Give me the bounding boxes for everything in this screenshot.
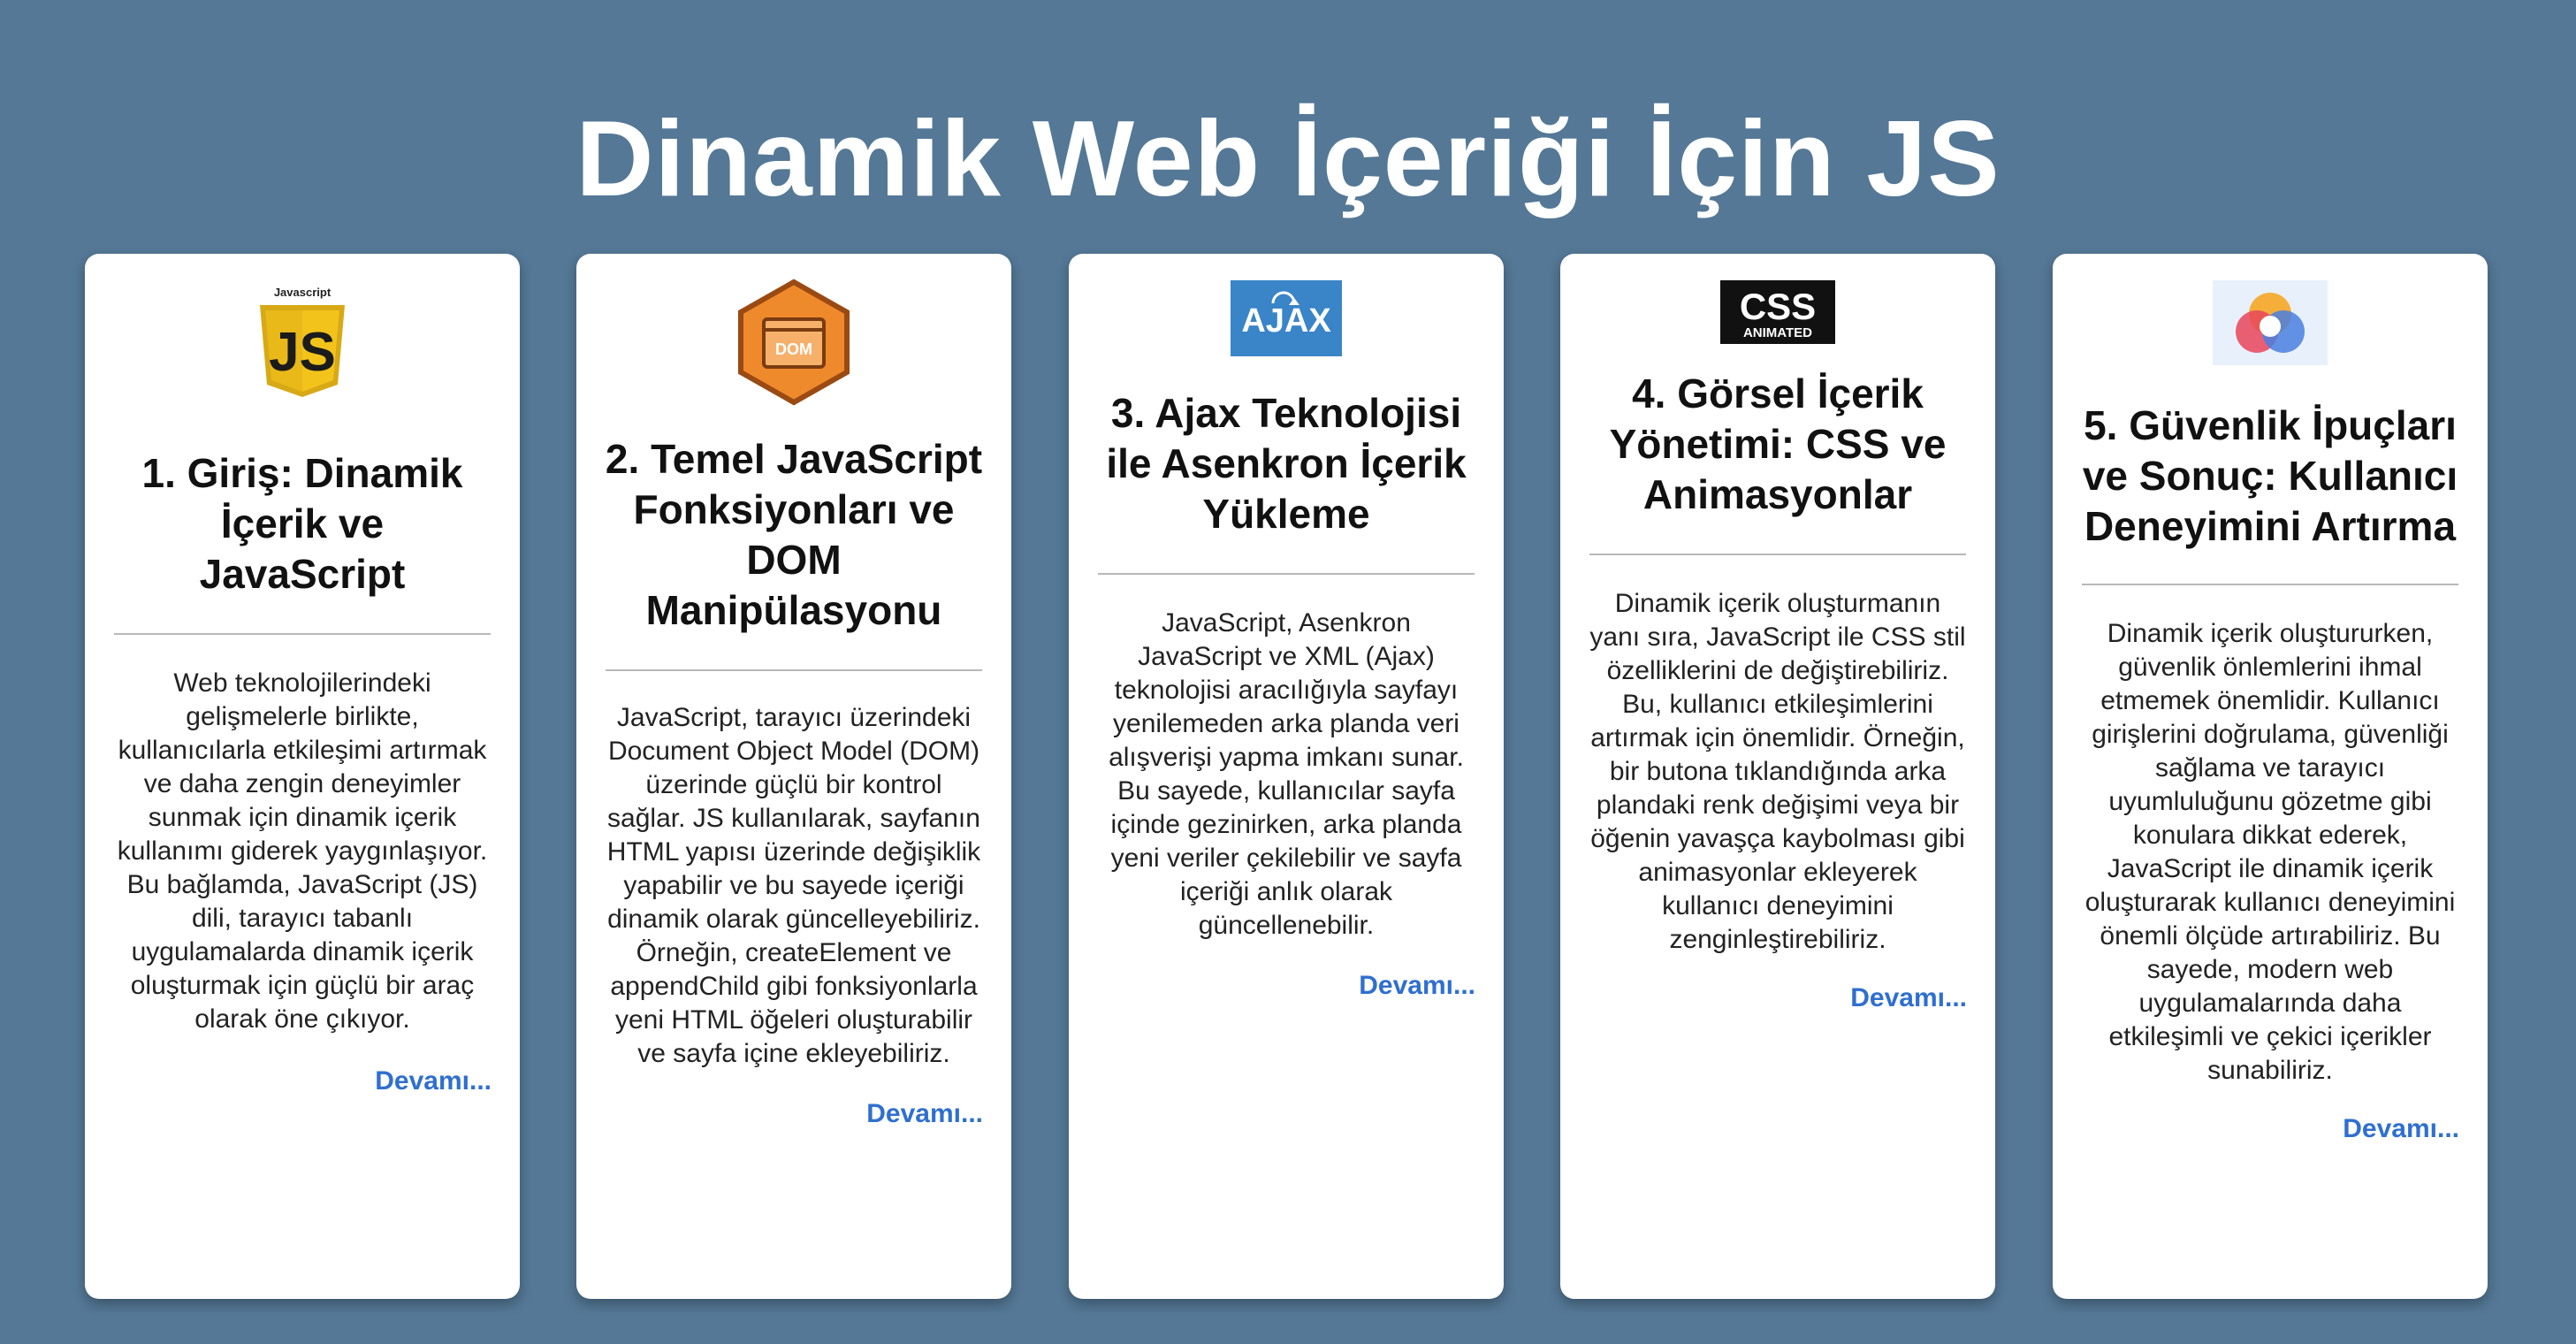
ajax-logo-icon: AJAX [1231,280,1342,356]
page-title: Dinamik Web İçeriği İçin JS [575,97,2001,218]
card-title: 1. Giriş: Dinamik İçerik ve JavaScript [141,450,463,597]
card-text: Dinamik içerik oluştururken, güvenlik ön… [2084,619,2456,1085]
user-experience-logo-icon [2213,280,2328,365]
read-more-link[interactable]: Devamı... [1359,971,1475,1001]
css-logo-subtitle: ANIMATED [1743,325,1812,340]
card-divider [606,669,982,671]
card-title: 3. Ajax Teknolojisi ile Asenkron İçerik … [1106,390,1467,537]
card-text: JavaScript, tarayıcı üzerindeki Document… [606,703,981,1068]
card-divider [1589,554,1966,555]
javascript-logo-icon: Javascript JS [253,286,352,402]
card-divider [2082,584,2458,585]
css-logo-mark: CSS [1740,286,1816,327]
card-text: JavaScript, Asenkron JavaScript ve XML (… [1109,608,1464,940]
dom-logo-icon: DOM [732,279,856,406]
read-more-link[interactable]: Devamı... [866,1099,983,1129]
card-ajax: AJAX 3. Ajax Teknolojisi ile Asenkron İç… [1069,254,1504,1299]
card-text: Web teknolojilerindeki gelişmelerle birl… [117,668,488,1034]
card-divider [114,633,491,635]
javascript-logo-caption: Javascript [274,286,332,299]
css-animated-logo-icon: CSS ANIMATED [1720,280,1835,344]
card-divider [1098,573,1475,575]
javascript-logo-mark: JS [269,322,336,383]
card-dom: DOM 2. Temel JavaScript Fonksiyonları ve… [576,254,1011,1299]
dom-logo-mark: DOM [775,340,812,358]
read-more-link[interactable]: Devamı... [1850,983,1967,1013]
card-css: CSS ANIMATED 4. Görsel İçerik Yönetimi: … [1560,254,1995,1299]
read-more-link[interactable]: Devamı... [2343,1114,2459,1144]
card-text: Dinamik içerik oluşturmanın yanı sıra, J… [1589,589,1966,954]
ajax-logo-mark: AJAX [1241,302,1331,340]
read-more-link[interactable]: Devamı... [375,1066,492,1096]
card-title: 2. Temel JavaScript Fonksiyonları ve DOM… [605,436,983,633]
card-intro: Javascript JS 1. Giriş: Dinamik İçerik v… [85,254,520,1299]
card-security: 5. Güvenlik İpuçları ve Sonuç: Kullanıcı… [2053,254,2488,1299]
card-title: 4. Görsel İçerik Yönetimi: CSS ve Animas… [1609,370,1947,517]
card-title: 5. Güvenlik İpuçları ve Sonuç: Kullanıcı… [2082,402,2458,549]
